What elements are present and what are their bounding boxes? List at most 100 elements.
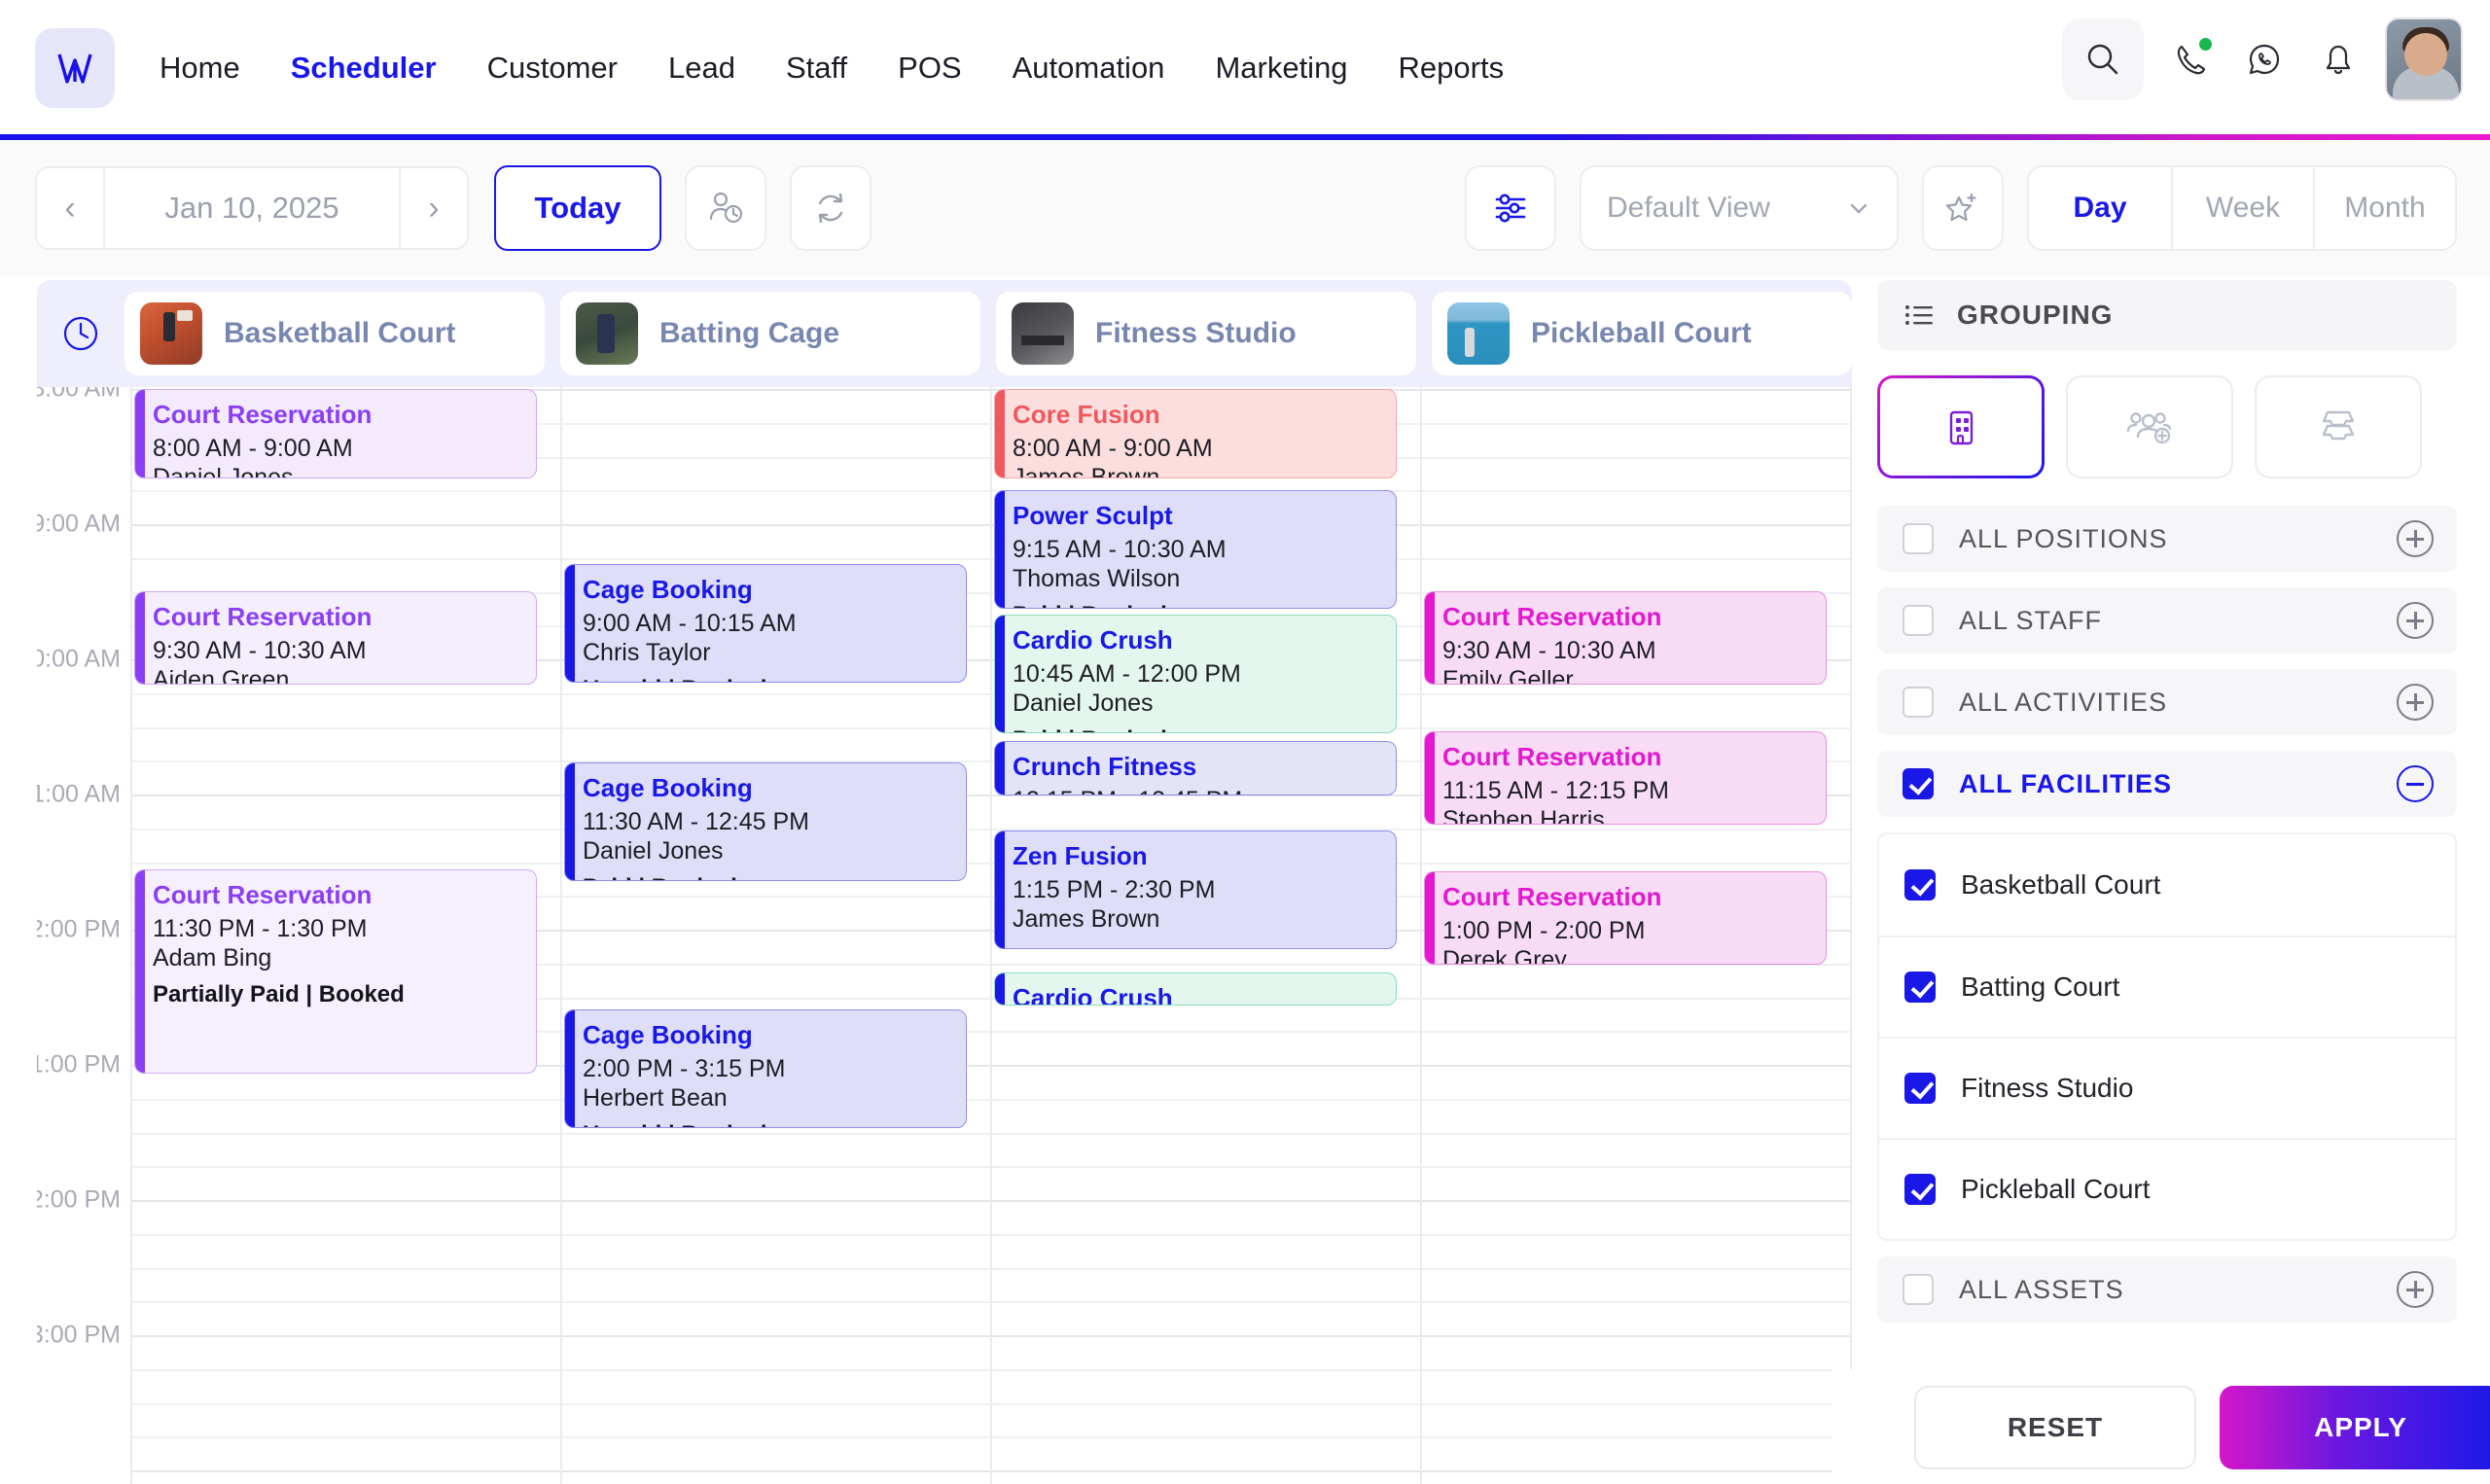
resource-tab-fitness-studio[interactable]: Fitness Studio <box>996 292 1416 375</box>
event-time: 12:15 PM - 12:45 PM <box>1013 787 1396 795</box>
expand-all-activities-icon[interactable] <box>2397 684 2434 721</box>
whatsapp-button[interactable] <box>2237 32 2292 87</box>
expand-all-positions-icon[interactable] <box>2397 520 2434 557</box>
nav-item-pos[interactable]: POS <box>898 51 961 86</box>
phone-call-button[interactable] <box>2163 32 2218 87</box>
calendar-panel: Basketball Court Batting Cage Fitness St… <box>37 280 1852 1484</box>
time-label: 12:00 PM <box>37 915 121 943</box>
waitlist-button[interactable] <box>685 165 766 251</box>
facility-row-basketball-court[interactable]: Basketball Court <box>1879 834 2455 936</box>
checkbox-pickleball-court[interactable] <box>1904 1174 1936 1205</box>
user-avatar[interactable] <box>2385 18 2463 101</box>
calendar-event[interactable]: Cage Booking 11:30 AM - 12:45 PM Daniel Jo… <box>564 762 967 881</box>
grouping-mode-facility[interactable] <box>1877 375 2045 478</box>
apply-button[interactable]: APPLY <box>2220 1386 2490 1469</box>
nav-item-scheduler[interactable]: Scheduler <box>291 51 437 86</box>
tray-stack-icon <box>2322 410 2355 441</box>
calendar-event[interactable]: Zen Fusion 1:15 PM - 2:30 PM James Brown <box>994 830 1397 949</box>
facility-row-fitness-studio[interactable]: Fitness Studio <box>1879 1037 2455 1138</box>
calendar-event[interactable]: Crunch Fitness 12:15 PM - 12:45 PM <box>994 741 1397 795</box>
calendar-event[interactable]: Cage Booking 2:00 PM - 3:15 PM Herbert Bea… <box>564 1009 967 1128</box>
checkbox-fitness-studio[interactable] <box>1904 1073 1936 1104</box>
view-mode-day[interactable]: Day <box>2029 167 2171 249</box>
calendar-event[interactable]: Court Reservation 8:00 AM - 9:00 AM Daniel… <box>134 389 537 478</box>
event-status: Paid | Booked <box>583 874 966 880</box>
collapse-all-facilities-icon[interactable] <box>2397 765 2434 802</box>
resource-tab-pickleball-court[interactable]: Pickleball Court <box>1432 292 1852 375</box>
event-title: Cage Booking <box>583 773 753 802</box>
filter-row-all-positions[interactable]: ALL POSITIONS <box>1877 506 2457 572</box>
view-select-dropdown[interactable]: Default View <box>1580 165 1899 251</box>
facility-row-pickleball-court[interactable]: Pickleball Court <box>1879 1138 2455 1239</box>
current-date-label[interactable]: Jan 10, 2025 <box>103 168 401 248</box>
event-accent-bar <box>995 616 1005 732</box>
calendar-event[interactable]: Cage Booking 9:00 AM - 10:15 AM Chris Tayl… <box>564 564 967 683</box>
checkbox-batting-court[interactable] <box>1904 972 1936 1003</box>
event-accent-bar <box>995 491 1005 608</box>
resource-tab-batting-cage[interactable]: Batting Cage <box>560 292 980 375</box>
calendar-event[interactable]: Court Reservation 9:30 AM - 10:30 AM Aiden… <box>134 591 537 685</box>
previous-day-button[interactable]: ‹ <box>37 166 103 250</box>
event-status: Paid | Booked <box>1013 602 1396 608</box>
calendar-event[interactable]: Court Reservation 11:30 PM - 1:30 PM Adam … <box>134 869 537 1074</box>
expand-all-assets-icon[interactable] <box>2397 1271 2434 1308</box>
event-title: Court Reservation <box>1442 602 1662 631</box>
checkbox-all-activities[interactable] <box>1903 687 1934 718</box>
grouping-panel-header: GROUPING <box>1877 280 2457 350</box>
search-button[interactable] <box>2062 18 2144 100</box>
nav-item-lead[interactable]: Lead <box>668 51 735 86</box>
nav-item-customer[interactable]: Customer <box>487 51 618 86</box>
filter-row-all-activities[interactable]: ALL ACTIVITIES <box>1877 669 2457 735</box>
calendar-event[interactable]: Cardio Crush <box>994 972 1397 1006</box>
panel-footer-actions: RESET APPLY <box>1832 1369 2490 1484</box>
resource-header-row: Basketball Court Batting Cage Fitness St… <box>37 280 1852 387</box>
resource-tab-basketball-court[interactable]: Basketball Court <box>124 292 545 375</box>
nav-item-automation[interactable]: Automation <box>1013 51 1165 86</box>
facility-label: Fitness Studio <box>1961 1073 2134 1103</box>
calendar-event[interactable]: Court Reservation 11:15 AM - 12:15 PM Step… <box>1424 731 1827 825</box>
checkbox-all-assets[interactable] <box>1903 1274 1934 1305</box>
time-label: 11:00 AM <box>37 780 121 808</box>
filter-row-all-facilities[interactable]: ALL FACILITIES <box>1877 751 2457 817</box>
checkbox-basketball-court[interactable] <box>1904 869 1936 901</box>
grouping-mode-staff[interactable] <box>2066 375 2233 478</box>
time-label: 8:00 AM <box>37 387 121 403</box>
scheduler-toolbar: ‹ Jan 10, 2025 › Today Default View Day … <box>0 140 2490 276</box>
nav-item-reports[interactable]: Reports <box>1399 51 1505 86</box>
checkbox-all-positions[interactable] <box>1903 523 1934 554</box>
event-accent-bar <box>565 1010 575 1127</box>
resource-tabs: Basketball Court Batting Cage Fitness St… <box>124 292 1852 375</box>
refresh-button[interactable] <box>790 165 872 251</box>
avatar-face <box>2404 33 2447 76</box>
app-logo[interactable] <box>35 28 115 108</box>
checkbox-all-staff[interactable] <box>1903 605 1934 636</box>
expand-all-staff-icon[interactable] <box>2397 602 2434 639</box>
calendar-event[interactable]: Cardio Crush 10:45 AM - 12:00 PM Daniel Jo… <box>994 615 1397 733</box>
notifications-button[interactable] <box>2311 32 2366 87</box>
nav-item-staff[interactable]: Staff <box>786 51 847 86</box>
grouping-mode-assets[interactable] <box>2255 375 2422 478</box>
view-mode-month[interactable]: Month <box>2313 167 2455 249</box>
calendar-event[interactable]: Court Reservation 9:30 AM - 10:30 AM Emily… <box>1424 591 1827 685</box>
calendar-grid[interactable]: 8:00 AM 9:00 AM 10:00 AM 11:00 AM 12:00 PM 1:… <box>37 387 1852 1484</box>
nav-item-home[interactable]: Home <box>160 51 240 86</box>
next-day-button[interactable]: › <box>401 166 467 250</box>
event-time: 11:30 PM - 1:30 PM <box>153 915 368 942</box>
reset-button[interactable]: RESET <box>1914 1386 2196 1469</box>
time-label: 1:00 PM <box>37 1050 121 1078</box>
view-mode-week[interactable]: Week <box>2171 167 2313 249</box>
calendar-event[interactable]: Court Reservation 1:00 PM - 2:00 PM Derek … <box>1424 871 1827 965</box>
event-accent-bar <box>1425 872 1435 964</box>
calendar-event[interactable]: Power Sculpt 9:15 AM - 10:30 AM Thomas Wil… <box>994 490 1397 609</box>
filter-settings-button[interactable] <box>1465 165 1556 251</box>
filter-row-all-staff[interactable]: ALL STAFF <box>1877 587 2457 654</box>
save-view-button[interactable] <box>1922 165 2004 251</box>
facility-row-batting-court[interactable]: Batting Court <box>1879 936 2455 1037</box>
nav-item-marketing[interactable]: Marketing <box>1215 51 1347 86</box>
calendar-event[interactable]: Core Fusion 8:00 AM - 9:00 AM James Brown <box>994 389 1397 478</box>
filter-row-all-assets[interactable]: ALL ASSETS <box>1877 1256 2457 1323</box>
checkbox-all-facilities[interactable] <box>1903 768 1934 799</box>
event-time: 9:30 AM - 10:30 AM <box>1442 637 1656 664</box>
event-title: Court Reservation <box>153 602 373 631</box>
today-button[interactable]: Today <box>494 165 661 251</box>
